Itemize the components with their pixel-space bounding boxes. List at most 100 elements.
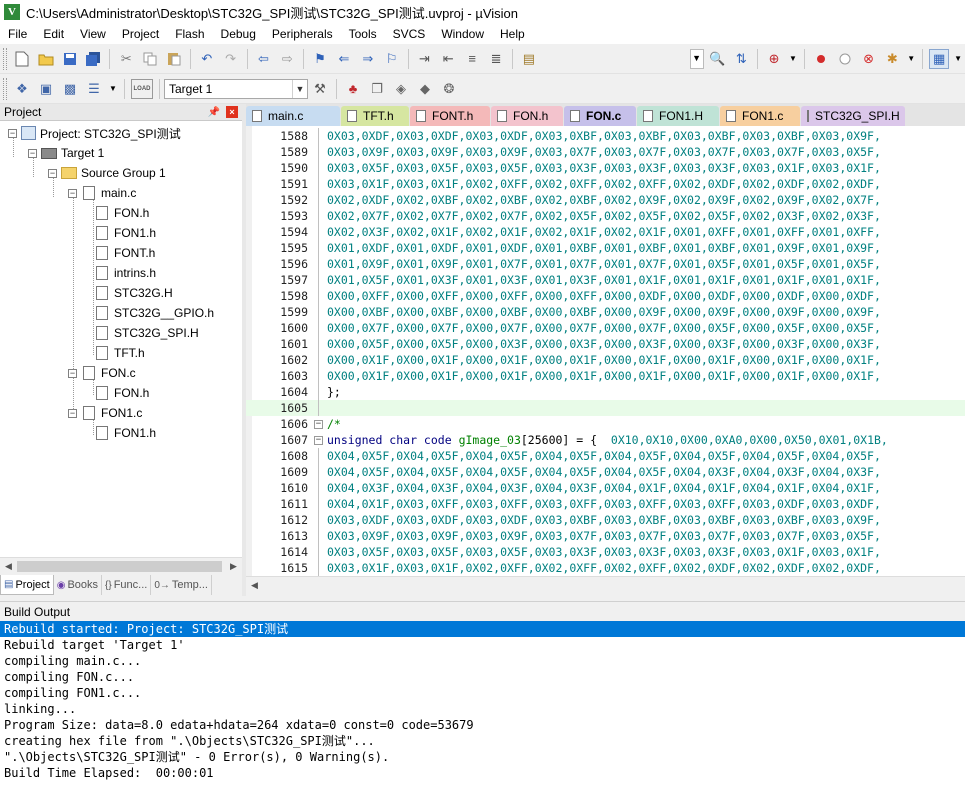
manage-runtime-icon[interactable]: ◈: [391, 79, 411, 99]
collapse-icon[interactable]: −: [28, 148, 37, 158]
find-icon[interactable]: ⇅: [731, 49, 751, 69]
save-icon[interactable]: [60, 49, 80, 69]
code-line[interactable]: 1591 0X03,0X1F,0X03,0X1F,0X02,0XFF,0X02,0…: [246, 176, 965, 192]
build-output-line[interactable]: Rebuild started: Project: STC32G_SPI测试: [0, 621, 965, 637]
build-output-line[interactable]: Rebuild target 'Target 1': [0, 637, 965, 653]
menu-svcs[interactable]: SVCS: [385, 24, 434, 44]
menu-debug[interactable]: Debug: [213, 24, 264, 44]
build-output-line[interactable]: ".\Objects\STC32G_SPI测试" - 0 Error(s), 0…: [0, 749, 965, 765]
collapse-icon[interactable]: −: [68, 408, 77, 418]
build-output-line[interactable]: Build Time Elapsed: 00:00:01: [0, 765, 965, 781]
tree-file-stc32g-gpio-h[interactable]: STC32G__GPIO.h: [94, 303, 214, 323]
find-in-files-icon[interactable]: ▤: [519, 49, 539, 69]
scroll-left-icon[interactable]: ◀: [246, 577, 263, 594]
toolbar-grip[interactable]: [3, 77, 7, 100]
code-line[interactable]: 1595 0X01,0XDF,0X01,0XDF,0X01,0XDF,0X01,0…: [246, 240, 965, 256]
unindent-icon[interactable]: ⇤: [438, 49, 458, 69]
tree-file-intrins-h[interactable]: intrins.h: [94, 263, 156, 283]
kill-breakpoints-icon[interactable]: ⊗: [859, 49, 879, 69]
code-line[interactable]: 1606−/*: [246, 416, 965, 432]
configure-icon[interactable]: ✱: [882, 49, 902, 69]
toolbar-grip[interactable]: [3, 47, 7, 70]
editor-tab[interactable]: FON.c: [564, 106, 636, 126]
tree-file-main-c[interactable]: − main.c: [68, 183, 136, 203]
code-line[interactable]: 1604};: [246, 384, 965, 400]
redo-icon[interactable]: ↷: [221, 49, 241, 69]
code-line[interactable]: 1608 0X04,0X5F,0X04,0X5F,0X04,0X5F,0X04,0…: [246, 448, 965, 464]
editor-tab[interactable]: FON.h: [491, 106, 563, 126]
pack-installer-icon[interactable]: ❂: [439, 79, 459, 99]
prev-bookmark-icon[interactable]: ⇐: [334, 49, 354, 69]
pin-icon[interactable]: 📌: [208, 107, 220, 118]
comment-icon[interactable]: ≡: [462, 49, 482, 69]
menu-peripherals[interactable]: Peripherals: [264, 24, 341, 44]
batch-build-icon[interactable]: ☰: [84, 79, 104, 99]
editor-tab[interactable]: FON1.H: [637, 106, 719, 126]
next-bookmark-icon[interactable]: ⇒: [358, 49, 378, 69]
build-output-line[interactable]: Program Size: data=8.0 edata+hdata=264 x…: [0, 717, 965, 733]
build-output-line[interactable]: creating hex file from ".\Objects\STC32G…: [0, 733, 965, 749]
code-line[interactable]: 1613 0X03,0X9F,0X03,0X9F,0X03,0X9F,0X03,0…: [246, 528, 965, 544]
close-icon[interactable]: ×: [226, 106, 238, 118]
translate-icon[interactable]: ❖: [12, 79, 32, 99]
select-packs-icon[interactable]: ◆: [415, 79, 435, 99]
tree-target[interactable]: − Target 1: [28, 143, 104, 163]
window-layout-icon[interactable]: ▦: [929, 48, 950, 69]
build-icon[interactable]: ▣: [36, 79, 56, 99]
tree-file-tft-h[interactable]: TFT.h: [94, 343, 145, 363]
save-all-icon[interactable]: [84, 49, 104, 69]
clear-bookmarks-icon[interactable]: ⚐: [382, 49, 402, 69]
multi-project-icon[interactable]: ❐: [367, 79, 387, 99]
editor-horizontal-scrollbar[interactable]: ◀: [246, 576, 965, 593]
tree-file-fon-h[interactable]: FON.h: [94, 383, 149, 403]
code-line[interactable]: 1598 0X00,0XFF,0X00,0XFF,0X00,0XFF,0X00,0…: [246, 288, 965, 304]
collapse-icon[interactable]: −: [48, 168, 57, 178]
tree-file-fon1-h[interactable]: FON1.h: [94, 423, 156, 443]
menu-edit[interactable]: Edit: [35, 24, 72, 44]
scroll-left-icon[interactable]: ◀: [0, 558, 17, 575]
undo-icon[interactable]: ↶: [197, 49, 217, 69]
tree-file-fon1-c[interactable]: − FON1.c: [68, 403, 142, 423]
collapse-icon[interactable]: −: [68, 188, 77, 198]
dropdown-arrow-icon[interactable]: ▼: [788, 49, 798, 69]
new-file-icon[interactable]: [12, 49, 32, 69]
tree-file-stc32g-h[interactable]: STC32G.H: [94, 283, 173, 303]
code-line[interactable]: 1590 0X03,0X5F,0X03,0X5F,0X03,0X5F,0X03,0…: [246, 160, 965, 176]
dropdown-arrow-icon[interactable]: ▼: [953, 49, 963, 69]
code-line[interactable]: 1602 0X00,0X1F,0X00,0X1F,0X00,0X1F,0X00,0…: [246, 352, 965, 368]
menu-help[interactable]: Help: [492, 24, 533, 44]
tab-project[interactable]: ▤ Project: [0, 575, 54, 595]
tree-file-stc32g-spi-h[interactable]: STC32G_SPI.H: [94, 323, 199, 343]
scroll-right-icon[interactable]: ▶: [225, 558, 242, 575]
code-line[interactable]: 1603 0X00,0X1F,0X00,0X1F,0X00,0X1F,0X00,0…: [246, 368, 965, 384]
code-line[interactable]: 1592 0X02,0XDF,0X02,0XBF,0X02,0XBF,0X02,0…: [246, 192, 965, 208]
editor-tab[interactable]: TFT.h: [341, 106, 409, 126]
build-output-line[interactable]: compiling main.c...: [0, 653, 965, 669]
dropdown-arrow-icon[interactable]: ▼: [108, 79, 118, 99]
tree-file-fon-h[interactable]: FON.h: [94, 203, 149, 223]
code-editor[interactable]: 1588 0X03,0XDF,0X03,0XDF,0X03,0XDF,0X03,0…: [246, 126, 965, 576]
code-line[interactable]: 1600 0X00,0X7F,0X00,0X7F,0X00,0X7F,0X00,0…: [246, 320, 965, 336]
tree-file-fon1-h[interactable]: FON1.h: [94, 223, 156, 243]
code-line[interactable]: 1593 0X02,0X7F,0X02,0X7F,0X02,0X7F,0X02,0…: [246, 208, 965, 224]
project-horizontal-scrollbar[interactable]: ◀ ▶: [0, 557, 242, 574]
editor-tab[interactable]: main.c: [246, 106, 340, 126]
tree-file-font-h[interactable]: FONT.h: [94, 243, 155, 263]
code-line[interactable]: 1599 0X00,0XBF,0X00,0XBF,0X00,0XBF,0X00,0…: [246, 304, 965, 320]
code-line[interactable]: 1609 0X04,0X5F,0X04,0X5F,0X04,0X5F,0X04,0…: [246, 464, 965, 480]
navigate-back-icon[interactable]: ⇦: [254, 49, 274, 69]
tab-functions[interactable]: {} Func...: [102, 575, 152, 595]
build-output-pane[interactable]: Rebuild started: Project: STC32G_SPI测试 Re…: [0, 621, 965, 789]
code-line[interactable]: 1612 0X03,0XDF,0X03,0XDF,0X03,0XDF,0X03,0…: [246, 512, 965, 528]
code-line[interactable]: 1607− unsigned char code gImage_03[25600]…: [246, 432, 965, 448]
breakpoint-icon[interactable]: [811, 49, 831, 69]
dropdown-arrow-icon[interactable]: ▼: [906, 49, 916, 69]
manage-project-items-icon[interactable]: ♣: [343, 79, 363, 99]
bookmark-icon[interactable]: ⚑: [310, 49, 330, 69]
rebuild-icon[interactable]: ▩: [60, 79, 80, 99]
fold-toggle-icon[interactable]: −: [314, 420, 323, 429]
collapse-icon[interactable]: −: [8, 128, 17, 138]
uncomment-icon[interactable]: ≣: [486, 49, 506, 69]
disable-breakpoint-icon[interactable]: [835, 49, 855, 69]
navigate-forward-icon[interactable]: ⇨: [277, 49, 297, 69]
